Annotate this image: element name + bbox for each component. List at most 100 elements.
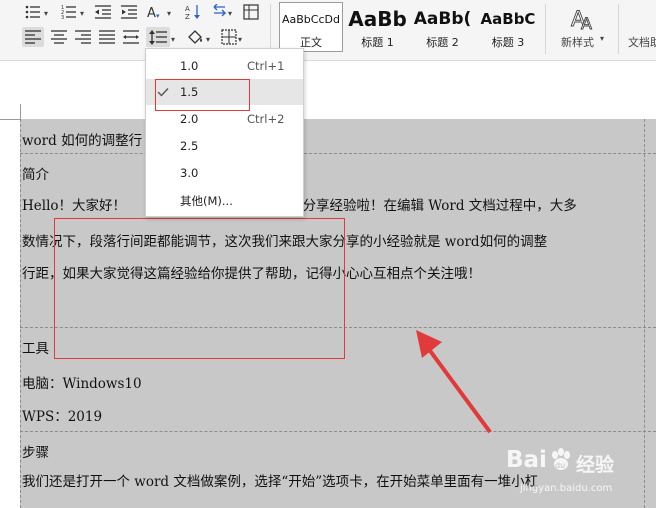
page-margin-marker	[20, 104, 21, 120]
watermark-suffix: 经验	[576, 454, 615, 476]
justify-icon	[99, 30, 115, 44]
style-normal-sample: AaBbCcDd	[282, 13, 340, 26]
baidu-paw-icon: du	[552, 448, 570, 470]
ribbon-separator	[545, 4, 546, 54]
intro-line-1[interactable]: Hello！大家好！ 家分享经验啦！在编辑 Word 文档过程中，大多	[22, 193, 647, 220]
svg-text:3: 3	[61, 15, 64, 19]
line-spacing-option-label: 2.0	[180, 112, 199, 126]
new-style-label: 新样式	[561, 36, 594, 49]
sort-button[interactable]: AZ	[182, 2, 204, 22]
bullet-list-icon	[25, 5, 40, 19]
cell-boundary	[20, 153, 656, 154]
style-heading-3-label: 标题 3	[491, 36, 525, 49]
intro-heading[interactable]: 简介	[22, 163, 49, 183]
ribbon-separator	[270, 4, 271, 54]
align-center-icon	[51, 30, 67, 44]
borders-icon	[221, 29, 237, 45]
document-title[interactable]: word 如何的调整行	[22, 129, 142, 149]
watermark-brand: Bai	[506, 447, 547, 473]
outdent-icon	[95, 5, 111, 19]
svg-text:A: A	[185, 5, 190, 13]
change-case-dropdown-icon[interactable]: ▾	[167, 9, 171, 18]
ribbon-separator	[618, 4, 619, 54]
style-heading-3[interactable]: AaBbC 标题 3	[475, 2, 541, 52]
align-right-button[interactable]	[72, 27, 94, 47]
align-center-button[interactable]	[48, 27, 70, 47]
watermark-url: jingyan.baidu.com	[520, 483, 613, 494]
tools-item-os[interactable]: 电脑：Windows10	[22, 372, 142, 392]
change-case-button[interactable]: A ▾	[145, 2, 167, 22]
line-spacing-menu: 1.0 Ctrl+1 1.5 2.0 Ctrl+2 2.5 3.0 其他(M).…	[145, 48, 304, 217]
shading-dropdown-icon[interactable]: ▾	[206, 35, 210, 44]
line-spacing-option-other[interactable]: 其他(M)...	[146, 187, 303, 213]
shading-button[interactable]	[184, 27, 206, 47]
paint-bucket-icon	[188, 30, 202, 44]
cell-boundary	[20, 119, 21, 508]
watermark-paw-text: du	[555, 461, 565, 470]
line-spacing-option-label: 其他(M)...	[180, 194, 233, 208]
style-heading-1-label: 标题 1	[361, 36, 394, 49]
paragraph-mark-icon	[213, 4, 227, 17]
new-style-dropdown-icon[interactable]: ▾	[600, 34, 604, 43]
table-tools-button[interactable]	[240, 2, 262, 22]
indent-icon	[121, 5, 137, 19]
svg-text:A: A	[147, 6, 156, 20]
distribute-icon	[123, 30, 139, 44]
annotation-arrow-icon	[416, 330, 492, 434]
line-spacing-option-label: 1.0	[180, 59, 199, 73]
style-heading-1[interactable]: AaBb 标题 1	[345, 2, 410, 52]
line-spacing-button[interactable]	[146, 27, 170, 47]
line-spacing-option-shortcut: Ctrl+1	[247, 59, 285, 73]
svg-text:Z: Z	[185, 13, 190, 20]
doc-assistant-label: 文档助	[628, 36, 656, 49]
style-heading-2[interactable]: AaBb( 标题 2	[410, 2, 475, 52]
table-tools-icon	[243, 4, 259, 20]
line-spacing-dropdown-icon[interactable]: ▾	[171, 35, 175, 44]
svg-text:▾: ▾	[156, 12, 160, 20]
style-heading-2-sample: AaBb(	[413, 9, 472, 29]
line-spacing-icon	[149, 29, 167, 45]
cell-boundary	[20, 431, 656, 432]
line-spacing-option-3-0[interactable]: 3.0	[146, 160, 303, 186]
increase-indent-button[interactable]	[118, 2, 140, 22]
intro-line-1-start: Hello！大家好！	[22, 198, 127, 214]
align-left-icon	[25, 30, 41, 44]
line-spacing-option-2-5[interactable]: 2.5	[146, 133, 303, 159]
borders-dropdown-icon[interactable]: ▾	[238, 35, 242, 44]
style-heading-2-label: 标题 2	[426, 36, 459, 49]
steps-heading[interactable]: 步骤	[22, 441, 49, 461]
numbered-list-button[interactable]: 123	[58, 2, 80, 22]
page-margin-marker	[0, 119, 20, 120]
borders-button[interactable]	[218, 27, 240, 47]
style-heading-1-sample: AaBb	[348, 7, 407, 31]
show-marks-button[interactable]	[208, 2, 230, 22]
tools-item-wps[interactable]: WPS：2019	[22, 405, 102, 425]
sort-az-icon: AZ	[185, 5, 200, 20]
line-spacing-option-1-0[interactable]: 1.0 Ctrl+1	[146, 53, 303, 79]
svg-text:A: A	[581, 14, 592, 31]
numbered-list-icon: 123	[61, 5, 76, 19]
line-spacing-option-label: 2.5	[180, 139, 199, 153]
distribute-button[interactable]	[120, 27, 142, 47]
line-spacing-option-label: 3.0	[180, 166, 199, 180]
change-case-icon: A ▾	[147, 6, 160, 20]
intro-line-1-end: 家分享经验啦！在编辑 Word 文档过程中，大多	[289, 198, 577, 214]
tools-heading[interactable]: 工具	[22, 337, 49, 357]
style-heading-3-sample: AaBbC	[480, 10, 536, 28]
numbered-list-dropdown-icon[interactable]: ▾	[80, 9, 84, 18]
style-normal[interactable]: AaBbCcDd 正文	[279, 2, 343, 52]
show-marks-dropdown-icon[interactable]: ▾	[228, 9, 232, 18]
align-left-button[interactable]	[22, 27, 44, 47]
new-style-button[interactable]: A A 新样式 ▾	[556, 2, 612, 50]
ribbon-toolbar: ▾ 123 ▾ A ▾ ▾ AZ ▾ ▾ ▾ ▾ AaBbCcDd 正文 AaB…	[0, 0, 656, 61]
decrease-indent-button[interactable]	[92, 2, 114, 22]
line-spacing-option-shortcut: Ctrl+2	[247, 112, 285, 126]
doc-assistant-button[interactable]: 文档助	[626, 2, 656, 50]
bullet-list-button[interactable]	[22, 2, 44, 22]
bullet-list-dropdown-icon[interactable]: ▾	[44, 9, 48, 18]
align-right-icon	[75, 30, 91, 44]
justify-button[interactable]	[96, 27, 118, 47]
baidu-jingyan-watermark: Bai du 经验 jingyan.baidu.com	[506, 447, 654, 505]
annotation-highlight-box	[54, 218, 345, 359]
annotation-menu-highlight-box	[155, 79, 250, 111]
